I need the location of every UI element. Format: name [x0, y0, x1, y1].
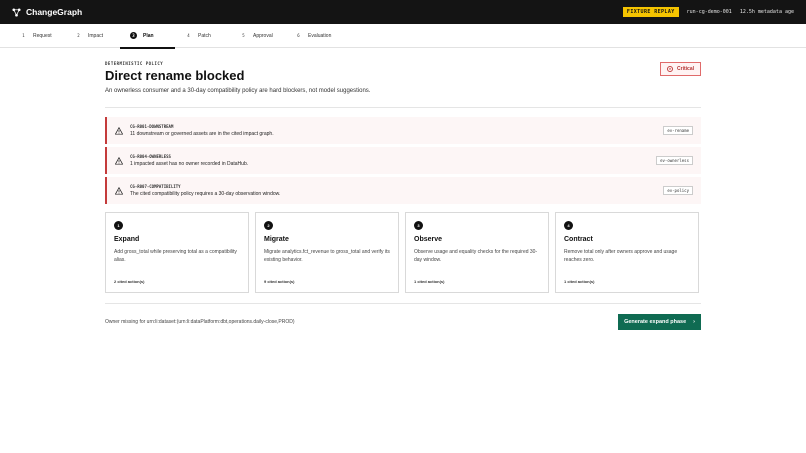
phase-description: Observe usage and equality checks for th… [414, 249, 538, 263]
phase-action-count: 2 cited action(s) [114, 279, 145, 284]
evidence-tag[interactable]: ev-policy [663, 186, 693, 195]
step-request[interactable]: 1 Request [20, 24, 75, 48]
phase-number: 1 [114, 221, 123, 230]
phase-title: Observe [414, 236, 443, 243]
divider [105, 107, 701, 108]
phase-card-observe[interactable]: 3 Observe Observe usage and equality che… [405, 212, 549, 293]
phase-number: 2 [264, 221, 273, 230]
page-subtitle: An ownerless consumer and a 30-day compa… [105, 88, 371, 94]
phase-action-count: 9 cited action(s) [264, 279, 295, 284]
phase-title: Migrate [264, 236, 289, 243]
step-label: Patch [198, 32, 211, 39]
critical-icon: × [667, 66, 674, 72]
step-number: 6 [297, 33, 300, 38]
step-number: 2 [77, 33, 80, 38]
critical-badge: × Critical [660, 62, 701, 76]
step-label: Plan [143, 32, 154, 39]
warning-icon [115, 126, 123, 135]
step-number: 4 [187, 33, 190, 38]
findings-list: CG-R001-DOWNSTREAM 11 downstream or gove… [105, 117, 701, 204]
app-name: ChangeGraph [26, 7, 83, 17]
phase-card-contract[interactable]: 4 Contract Remove total only after owner… [555, 212, 699, 293]
phase-card-expand[interactable]: 1 Expand Add gross_total while preservin… [105, 212, 249, 293]
step-number: 3 [130, 32, 137, 39]
finding-compatibility: CG-R007-COMPATIBILITY The cited compatib… [105, 177, 701, 204]
generate-expand-phase-button[interactable]: Generate expand phase › [618, 314, 701, 330]
divider [105, 303, 701, 304]
step-approval[interactable]: 5 Approval [240, 24, 295, 48]
step-number: 5 [242, 33, 245, 38]
step-evaluation[interactable]: 6 Evaluation [295, 24, 350, 48]
brand[interactable]: ChangeGraph [12, 7, 82, 17]
phase-description: Add gross_total while preserving total a… [114, 249, 237, 263]
step-label: Evaluation [308, 32, 332, 39]
phase-number: 4 [564, 221, 573, 230]
phase-action-count: 1 cited action(s) [564, 279, 595, 284]
step-label: Request [33, 32, 52, 39]
phase-action-count: 1 cited action(s) [414, 279, 445, 284]
finding-text: 1 impacted asset has no owner recorded i… [130, 161, 249, 167]
owner-missing-note: Owner missing for urn:li:dataset:(urn:li… [105, 319, 295, 325]
policy-kicker: DETERMINISTIC POLICY [105, 61, 164, 66]
step-plan[interactable]: 3 Plan [120, 24, 185, 49]
step-nav: 1 Request 2 Impact 3 Plan 4 Patch 5 Approval … [0, 24, 806, 49]
phase-title: Contract [564, 236, 593, 243]
warning-icon [115, 186, 123, 195]
finding-text: The cited compatibility policy requires … [130, 191, 281, 197]
phase-description: Migrate analytics.fct_revenue to gross_t… [264, 249, 390, 263]
finding-code: CG-R004-OWNERLESS [130, 154, 171, 159]
phase-description: Remove total only after owners approve a… [564, 249, 678, 263]
finding-text: 11 downstream or governed assets are in … [130, 131, 274, 137]
phase-title: Expand [114, 236, 140, 243]
phase-number: 3 [414, 221, 423, 230]
fixture-replay-badge: FIXTURE REPLAY [622, 7, 679, 17]
finding-downstream: CG-R001-DOWNSTREAM 11 downstream or gove… [105, 117, 701, 144]
evidence-tag[interactable]: ev-rename [663, 126, 693, 135]
warning-icon [115, 156, 123, 165]
main-content: DETERMINISTIC POLICY Direct rename block… [0, 48, 806, 330]
top-bar: ChangeGraph FIXTURE REPLAY run-cg-demo-0… [0, 0, 806, 24]
step-number: 1 [22, 33, 25, 38]
metadata-age: 12.5h metadata age [739, 9, 794, 15]
severity-label: Critical [677, 66, 694, 72]
step-patch[interactable]: 4 Patch [185, 24, 240, 48]
step-impact[interactable]: 2 Impact [75, 24, 130, 48]
run-id: run-cg-demo-001 [686, 9, 732, 15]
page-title: Direct rename blocked [105, 68, 245, 83]
phase-card-migrate[interactable]: 2 Migrate Migrate analytics.fct_revenue … [255, 212, 399, 293]
graph-logo-icon [12, 7, 21, 17]
step-label: Approval [253, 32, 273, 39]
finding-code: CG-R001-DOWNSTREAM [130, 124, 174, 129]
generate-button-label: Generate expand phase [624, 319, 687, 325]
finding-code: CG-R007-COMPATIBILITY [130, 184, 181, 189]
evidence-tag[interactable]: ev-ownerless [656, 156, 693, 165]
phase-cards: 1 Expand Add gross_total while preservin… [105, 212, 701, 293]
finding-ownerless: CG-R004-OWNERLESS 1 impacted asset has n… [105, 147, 701, 174]
step-label: Impact [88, 32, 104, 39]
chevron-right-icon: › [693, 319, 695, 325]
footer-row: Owner missing for urn:li:dataset:(urn:li… [105, 314, 701, 330]
